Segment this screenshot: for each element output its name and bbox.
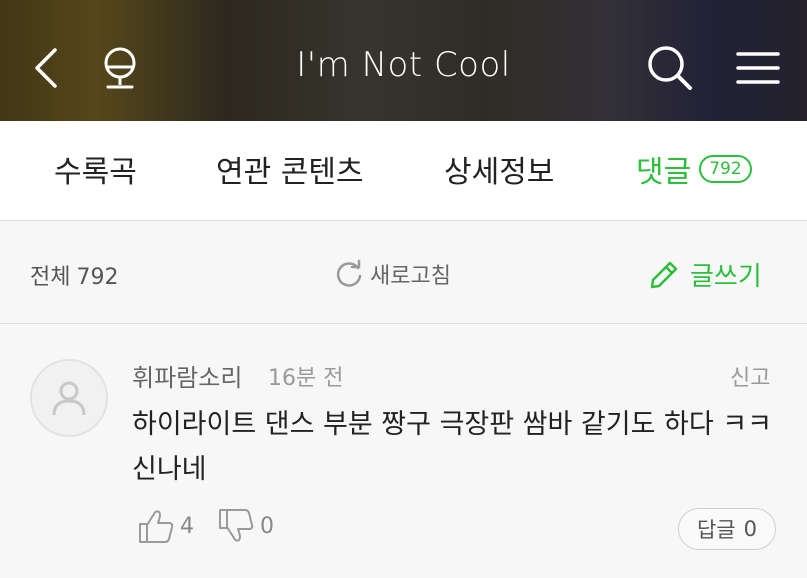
- microphone-icon: [104, 47, 136, 89]
- album-header: I'm Not Cool: [0, 0, 807, 121]
- tab-tracklist[interactable]: 수록곡: [54, 149, 137, 190]
- tab-bar: 수록곡 연관 콘텐츠 상세정보 댓글 792: [0, 121, 807, 325]
- total-count: 792: [76, 265, 119, 290]
- comment-time: 16분 전: [268, 366, 344, 391]
- like-count: 4: [180, 513, 194, 539]
- tab-details[interactable]: 상세정보: [444, 149, 555, 190]
- refresh-label: 새로고침: [370, 264, 451, 289]
- refresh-button[interactable]: 새로고침: [334, 258, 451, 290]
- write-label: 글쓰기: [690, 262, 762, 292]
- avatar[interactable]: [30, 359, 108, 437]
- total-label: 전체: [30, 265, 71, 290]
- back-button[interactable]: [22, 40, 70, 96]
- hamburger-menu-icon: [736, 52, 780, 84]
- default-user-icon: [52, 381, 86, 416]
- comment-count-badge: 792: [699, 155, 752, 183]
- search-button[interactable]: [640, 40, 700, 96]
- total-comment-count: 전체 792: [30, 259, 118, 291]
- reaction-bar: 4 0: [136, 506, 296, 546]
- comment-item: 휘파람소리 16분 전 신고 하이라이트 댄스 부분 짱구 극장판 쌈바 같기도…: [0, 324, 807, 578]
- dislike-button[interactable]: 0: [216, 506, 274, 546]
- write-comment-button[interactable]: 글쓰기: [648, 256, 762, 293]
- tab-label: 연관 콘텐츠: [216, 155, 364, 190]
- report-button[interactable]: 신고: [730, 360, 770, 392]
- search-icon: [648, 46, 692, 90]
- menu-button[interactable]: [726, 40, 790, 96]
- reply-button[interactable]: 답글 0: [678, 508, 776, 550]
- refresh-icon: [336, 259, 362, 287]
- reply-count: 0: [743, 517, 757, 541]
- pencil-icon: [650, 261, 678, 288]
- voice-search-button[interactable]: [94, 40, 146, 96]
- reply-label: 답글: [696, 518, 736, 542]
- back-arrow-icon: [35, 48, 57, 88]
- thumbs-down-icon: [219, 509, 254, 542]
- page-title: I'm Not Cool: [296, 45, 511, 85]
- tab-label: 수록곡: [54, 155, 137, 190]
- thumbs-up-icon: [139, 510, 174, 543]
- tab-comments[interactable]: 댓글 792: [636, 149, 752, 190]
- tab-related-content[interactable]: 연관 콘텐츠: [216, 149, 364, 190]
- tab-label: 상세정보: [444, 155, 555, 190]
- comment-toolbar: 전체 792 새로고침 글쓰기: [0, 222, 807, 324]
- comment-text: 하이라이트 댄스 부분 짱구 극장판 쌈바 같기도 하다 ㅋㅋ 신나네: [132, 409, 772, 485]
- comment-author[interactable]: 휘파람소리: [132, 358, 242, 393]
- like-button[interactable]: 4: [136, 506, 194, 546]
- dislike-count: 0: [260, 513, 274, 539]
- tab-label: 댓글: [636, 155, 692, 190]
